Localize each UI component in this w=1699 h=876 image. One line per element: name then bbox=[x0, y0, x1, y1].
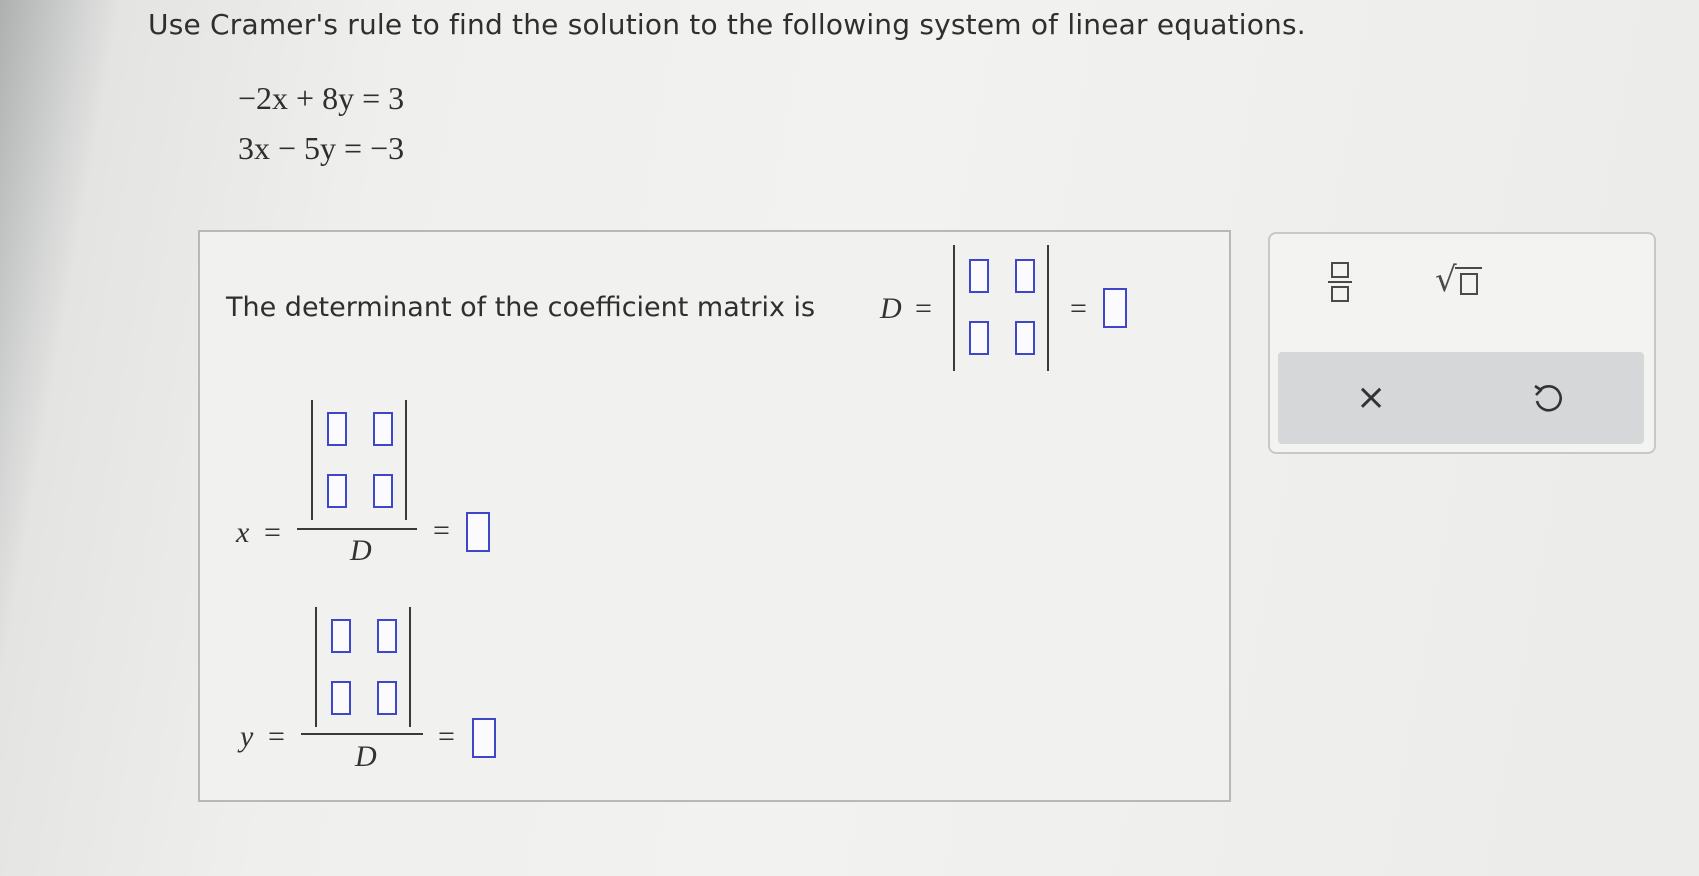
toolbar-actions bbox=[1278, 352, 1644, 444]
equals-sign: = bbox=[264, 516, 281, 549]
y-matrix-a11-input[interactable] bbox=[331, 619, 351, 653]
x-symbol: x bbox=[236, 516, 250, 549]
question-prompt: Use Cramer's rule to find the solution t… bbox=[148, 8, 1306, 41]
y-fraction-bar bbox=[301, 733, 423, 735]
x-numerator-matrix bbox=[311, 400, 407, 520]
x-fraction-bar bbox=[297, 528, 417, 530]
undo-icon bbox=[1534, 384, 1562, 412]
fraction-button[interactable] bbox=[1328, 262, 1352, 304]
equals-sign: = bbox=[268, 720, 285, 753]
y-matrix-a12-input[interactable] bbox=[377, 619, 397, 653]
coefficient-a12-input[interactable] bbox=[1015, 259, 1035, 293]
equation-2: 3x − 5y = −3 bbox=[238, 130, 405, 166]
equals-sign: = bbox=[1070, 292, 1087, 325]
x-value-input[interactable] bbox=[466, 512, 490, 552]
y-numerator-matrix bbox=[315, 607, 411, 727]
coefficient-a11-input[interactable] bbox=[969, 259, 989, 293]
determinant-value-input[interactable] bbox=[1103, 288, 1127, 328]
x-matrix-a11-input[interactable] bbox=[327, 412, 347, 446]
x-matrix-a21-input[interactable] bbox=[327, 474, 347, 508]
y-denominator: D bbox=[355, 740, 377, 773]
clear-button[interactable]: × bbox=[1356, 380, 1386, 416]
equals-sign: = bbox=[915, 292, 932, 325]
coefficient-matrix bbox=[953, 245, 1049, 371]
fraction-line-icon bbox=[1328, 281, 1352, 283]
sqrt-placeholder-icon bbox=[1460, 273, 1478, 295]
equation-1: −2x + 8y = 3 bbox=[238, 80, 405, 116]
fraction-denominator-icon bbox=[1331, 286, 1349, 302]
coefficient-a21-input[interactable] bbox=[969, 321, 989, 355]
y-value-input[interactable] bbox=[472, 718, 496, 758]
y-symbol: y bbox=[240, 720, 254, 753]
equals-sign: = bbox=[438, 720, 455, 753]
y-matrix-a22-input[interactable] bbox=[377, 681, 397, 715]
fraction-numerator-icon bbox=[1331, 262, 1349, 278]
x-matrix-a12-input[interactable] bbox=[373, 412, 393, 446]
y-matrix-a21-input[interactable] bbox=[331, 681, 351, 715]
determinant-label: The determinant of the coefficient matri… bbox=[226, 292, 816, 323]
x-matrix-a22-input[interactable] bbox=[373, 474, 393, 508]
coefficient-a22-input[interactable] bbox=[1015, 321, 1035, 355]
square-root-button[interactable]: √ bbox=[1435, 260, 1495, 304]
sqrt-vinculum-icon bbox=[1455, 267, 1482, 269]
sqrt-symbol: √ bbox=[1435, 260, 1457, 300]
undo-button[interactable] bbox=[1531, 382, 1567, 418]
equals-sign: = bbox=[433, 514, 450, 547]
d-symbol: D bbox=[880, 292, 902, 325]
x-denominator: D bbox=[350, 534, 372, 567]
